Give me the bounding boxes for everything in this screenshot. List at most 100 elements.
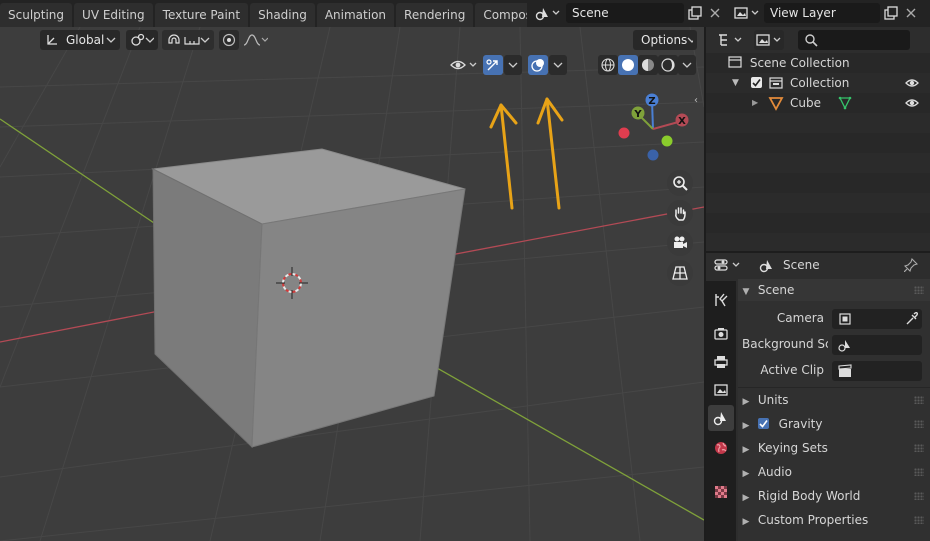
- snap-dropdown[interactable]: [162, 30, 214, 50]
- outliner-search-input[interactable]: [798, 30, 910, 50]
- mesh-object-icon: [768, 97, 784, 111]
- mesh-data-icon[interactable]: [838, 96, 852, 110]
- tab-tool[interactable]: [708, 287, 734, 313]
- tab-output[interactable]: [708, 349, 734, 375]
- audio-panel-header[interactable]: ▶ Audio: [738, 461, 930, 483]
- gizmo-options-dropdown[interactable]: [504, 55, 522, 75]
- shading-options-dropdown[interactable]: [678, 55, 696, 75]
- camera-view-button[interactable]: [667, 230, 693, 256]
- editor-type-dropdown[interactable]: [712, 255, 746, 275]
- options-dropdown[interactable]: Options: [633, 30, 697, 50]
- drag-handle-icon[interactable]: [914, 492, 924, 500]
- tab-compositing[interactable]: Compositing: [475, 3, 527, 27]
- y-axis-line: [0, 118, 161, 228]
- tab-sculpting[interactable]: Sculpting: [0, 3, 73, 27]
- gravity-checkbox[interactable]: [757, 418, 769, 429]
- viewport-header: Global Options: [0, 27, 704, 53]
- shading-rendered-button[interactable]: [658, 55, 678, 75]
- display-mode-dropdown[interactable]: [716, 30, 746, 50]
- drag-handle-icon[interactable]: [914, 286, 924, 294]
- active-clip-field[interactable]: [832, 361, 922, 381]
- tab-shading[interactable]: Shading: [250, 3, 315, 27]
- drag-handle-icon[interactable]: [914, 444, 924, 452]
- overlays-icon: [531, 59, 544, 72]
- gizmo-neg-x-axis[interactable]: [618, 127, 630, 139]
- zoom-button[interactable]: [667, 170, 693, 196]
- tab-render[interactable]: [708, 321, 734, 347]
- delete-view-layer-button[interactable]: [902, 3, 920, 23]
- shading-wireframe-button[interactable]: [598, 55, 618, 75]
- scene-panel-header[interactable]: ▼ Scene: [738, 279, 930, 301]
- view-layer-filter-dropdown[interactable]: [754, 30, 784, 50]
- new-scene-button[interactable]: [685, 3, 705, 23]
- cube-row[interactable]: ▶ Cube: [706, 93, 930, 113]
- drag-handle-icon[interactable]: [914, 396, 924, 404]
- tab-world[interactable]: [708, 435, 734, 461]
- 3d-viewport[interactable]: Global Options Z Y X ‹: [0, 27, 704, 541]
- show-overlays-button[interactable]: [528, 55, 548, 75]
- properties-icon: [714, 259, 740, 271]
- tab-texture-paint[interactable]: Texture Paint: [154, 3, 249, 27]
- tab-scene[interactable]: [708, 405, 734, 431]
- pan-button[interactable]: [667, 200, 693, 226]
- divider: [738, 387, 930, 388]
- chevron-down-icon: [682, 62, 692, 68]
- pin-icon[interactable]: [904, 258, 918, 272]
- image-icon: [714, 384, 728, 396]
- expand-arrow-icon[interactable]: ▼: [732, 73, 739, 93]
- eye-icon[interactable]: [905, 77, 919, 89]
- pivot-point-dropdown[interactable]: [126, 30, 158, 50]
- overlays-options-dropdown[interactable]: [549, 55, 567, 75]
- shading-material-button[interactable]: [638, 55, 658, 75]
- shading-solid-button[interactable]: [618, 55, 638, 75]
- gizmo-x-label: X: [678, 116, 686, 127]
- falloff-dropdown[interactable]: [240, 30, 270, 50]
- collection-row[interactable]: ▼ Collection: [706, 73, 930, 93]
- gizmo-neg-y-axis[interactable]: [661, 135, 673, 147]
- collection-checkbox[interactable]: [751, 77, 762, 88]
- rigid-body-world-panel-header[interactable]: ▶ Rigid Body World: [738, 485, 930, 507]
- units-panel-header[interactable]: ▶ Units: [738, 389, 930, 411]
- eye-icon[interactable]: [905, 97, 919, 109]
- eyedropper-icon[interactable]: [904, 312, 918, 326]
- expand-arrow-icon[interactable]: ▶: [752, 93, 758, 113]
- tab-rendering[interactable]: Rendering: [396, 3, 474, 27]
- collection-label: Collection: [790, 76, 850, 90]
- perspective-toggle-button[interactable]: [667, 260, 693, 286]
- keying-sets-panel-header[interactable]: ▶ Keying Sets: [738, 437, 930, 459]
- view-layer-browse-button[interactable]: [733, 3, 763, 23]
- tool-icon: [715, 293, 728, 307]
- drag-handle-icon[interactable]: [914, 420, 924, 428]
- tab-texture[interactable]: [708, 479, 734, 505]
- gravity-panel-header[interactable]: ▶ Gravity: [738, 413, 930, 435]
- proportional-editing-button[interactable]: [219, 30, 239, 50]
- scene-collection-row[interactable]: Scene Collection: [706, 53, 930, 73]
- gizmo-z-label: Z: [648, 96, 655, 107]
- cube-mesh[interactable]: [151, 148, 466, 449]
- gizmo-neg-z-axis[interactable]: [647, 149, 659, 161]
- selectability-visibility-dropdown[interactable]: [448, 55, 480, 75]
- scene-browse-button[interactable]: [533, 3, 563, 23]
- background-scene-field[interactable]: [832, 335, 922, 355]
- camera-field[interactable]: [832, 309, 922, 329]
- scene-name-field[interactable]: Scene: [566, 3, 684, 23]
- close-icon: [906, 8, 916, 18]
- navigation-gizmo[interactable]: Z Y X: [614, 89, 694, 169]
- tab-view-layer[interactable]: [708, 377, 734, 403]
- delete-scene-button[interactable]: [706, 3, 724, 23]
- new-view-layer-button[interactable]: [881, 3, 901, 23]
- tab-animation[interactable]: Animation: [316, 3, 395, 27]
- sidebar-toggle-icon[interactable]: ‹: [694, 95, 704, 107]
- copy-icon: [884, 6, 898, 20]
- drag-handle-icon[interactable]: [914, 468, 924, 476]
- camera-label: Camera: [776, 311, 824, 325]
- custom-properties-panel-header[interactable]: ▶ Custom Properties: [738, 509, 930, 531]
- transform-orientation-dropdown[interactable]: Global: [40, 30, 120, 50]
- expand-arrow-icon: ▶: [742, 469, 750, 479]
- view-layer-field[interactable]: View Layer: [764, 3, 880, 23]
- show-gizmo-button[interactable]: [483, 55, 503, 75]
- drag-handle-icon[interactable]: [914, 516, 924, 524]
- chevron-down-icon: [508, 62, 518, 68]
- tab-uv-editing[interactable]: UV Editing: [74, 3, 153, 27]
- chevron-down-icon: [145, 37, 154, 43]
